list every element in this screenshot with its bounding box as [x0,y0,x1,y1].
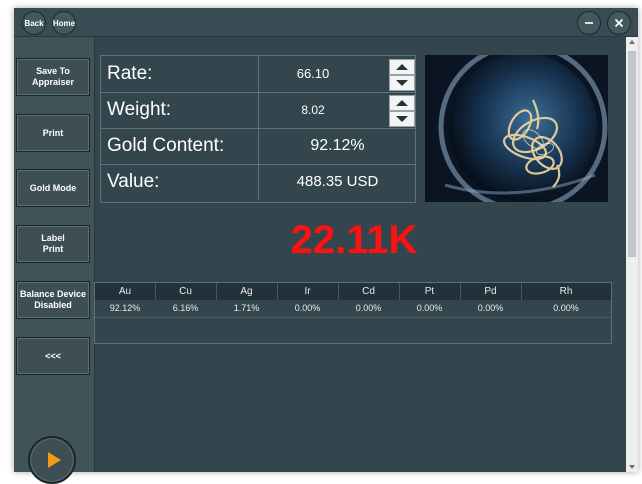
close-icon [614,18,624,28]
camera-preview-graphic [425,55,608,202]
column-header-ir: Ir [277,283,339,300]
arrow-down-icon [396,80,408,86]
minimize-icon [585,22,593,24]
scroll-up-icon[interactable] [629,40,635,44]
column-header-au: Au [95,283,156,300]
cell-ag: 1.71% [233,303,260,313]
weight-increase-button[interactable] [389,95,415,111]
balance-device-button[interactable]: Balance Device Disabled [16,281,90,319]
cell-cd: 0.00% [355,303,382,313]
gold-content-label: Gold Content: [107,135,225,156]
rate-cell: 66.10 [258,56,416,92]
minimize-button[interactable] [577,11,601,35]
value-label: Value: [107,171,160,192]
weight-value[interactable]: 8.02 [259,92,367,128]
sidebar: Save To Appraiser Print Gold Mode Label … [14,37,95,484]
gold-mode-button[interactable]: Gold Mode [16,169,90,207]
weight-row: Weight: 8.02 [101,92,415,129]
scrollbar-thumb[interactable] [628,51,636,257]
close-button[interactable] [607,11,631,35]
rate-decrease-button[interactable] [389,75,415,91]
app-window: Back Home Save To Appraiser Print Gold M… [14,8,638,484]
weight-decrease-button[interactable] [389,111,415,127]
cell-rh: 0.00% [553,303,579,313]
play-icon [47,452,61,468]
weight-cell: 8.02 [258,92,416,128]
cell-au: 92.12% [109,303,141,313]
save-to-appraiser-button[interactable]: Save To Appraiser [16,58,90,96]
cell-cu: 6.16% [172,303,199,313]
rate-label: Rate: [107,63,153,84]
gold-content-value: 92.12% [310,137,365,154]
readings-panel: Rate: 66.10 Weight: 8.02 Gold Content: 9… [100,55,416,203]
rate-value[interactable]: 66.10 [259,56,367,92]
vertical-scrollbar[interactable] [626,37,638,472]
column-header-cd: Cd [338,283,400,300]
cell-pt: 0.00% [416,303,443,313]
camera-image [425,55,608,202]
column-header-rh: Rh [559,286,573,297]
rate-row: Rate: 66.10 [101,56,415,93]
weight-label: Weight: [107,99,172,120]
column-header-cu: Cu [155,283,217,300]
cell-ir: 0.00% [294,303,321,313]
row-divider [95,317,611,318]
column-header-pd: Pd [460,283,522,300]
home-button[interactable]: Home [52,11,76,35]
gold-content-cell: 92.12% [258,128,416,164]
composition-table: Au Cu Ag Ir Cd Pt Pd Rh 92.12% 6.16% 1.7… [94,282,612,344]
play-button[interactable] [28,436,76,484]
arrow-down-icon [396,116,408,122]
value-cell: 488.35 USD [258,164,416,200]
arrow-up-icon [396,100,408,106]
cell-pd: 0.00% [477,303,504,313]
back-button[interactable]: Back [22,11,46,35]
arrow-up-icon [396,64,408,70]
column-header-pt: Pt [399,283,461,300]
karat-result: 22.11K [290,218,418,262]
value-value: 488.35 USD [296,173,379,190]
rate-increase-button[interactable] [389,59,415,75]
composition-header: Au Cu Ag Ir Cd Pt Pd Rh [95,283,611,300]
scroll-down-icon[interactable] [629,465,635,469]
collapse-sidebar-button[interactable]: <<< [16,337,90,375]
title-bar: Back Home [14,8,638,37]
value-row: Value: 488.35 USD [101,164,415,200]
gold-content-row: Gold Content: 92.12% [101,128,415,165]
column-header-ag: Ag [216,283,278,300]
print-button[interactable]: Print [16,114,90,152]
label-print-button[interactable]: Label Print [16,225,90,263]
